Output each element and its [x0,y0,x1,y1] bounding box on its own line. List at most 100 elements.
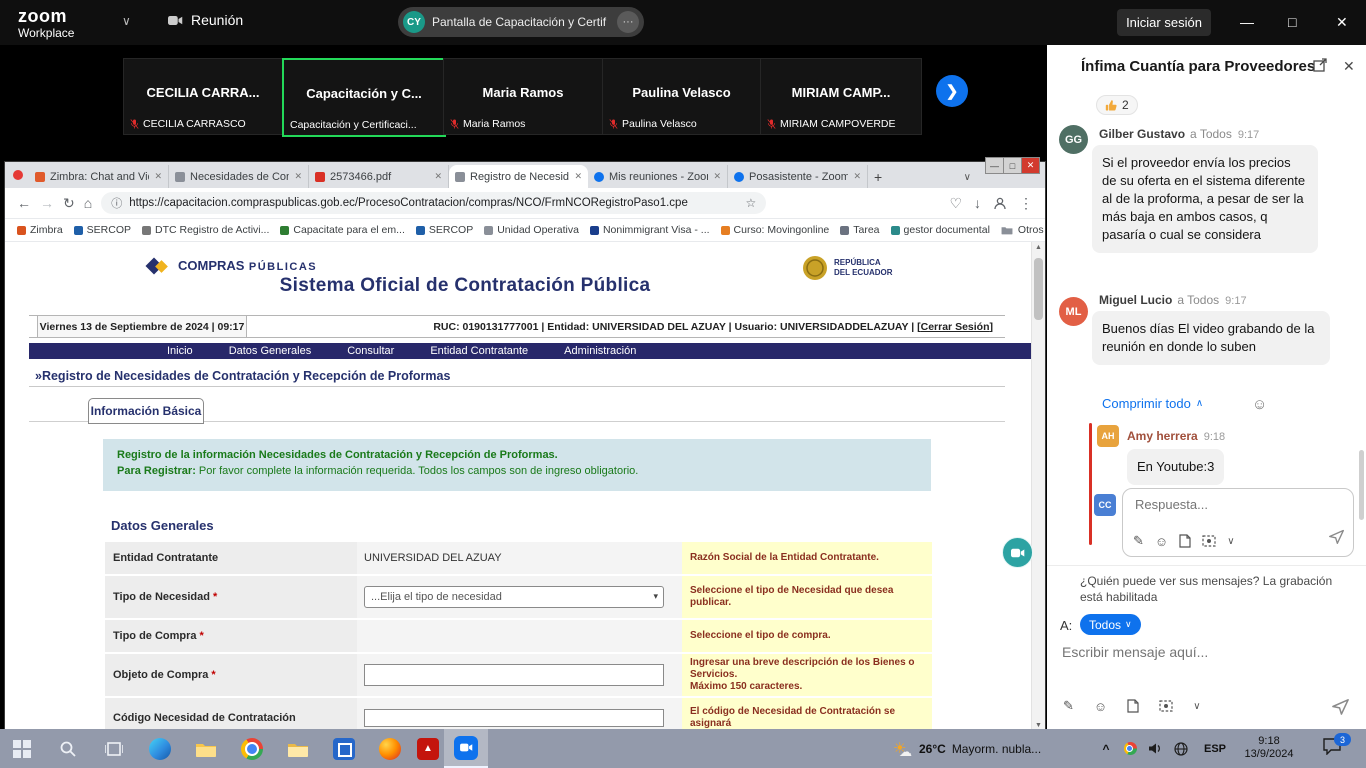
nav-item-entidad-contratante[interactable]: Entidad Contratante [430,345,528,357]
nav-item-administracion[interactable]: Administración [564,345,636,357]
screen-share-pill[interactable]: CY Pantalla de Capacitación y Certif ··· [398,7,644,37]
start-button[interactable] [0,729,44,768]
browser-tab[interactable]: 2573466.pdf ✕ [309,165,449,188]
forward-icon[interactable]: → [40,195,54,211]
format-text-icon[interactable]: ✎ [1133,533,1144,549]
reply-composer[interactable]: ✎ ☺ ∨ [1122,488,1354,557]
emoji-icon[interactable]: ☺ [1094,699,1107,714]
tray-chrome-icon[interactable] [1120,729,1140,768]
browser-tab[interactable]: Mis reuniones - Zoom ✕ [588,165,728,188]
file-explorer-app[interactable] [276,729,320,768]
close-tab-icon[interactable]: ✕ [574,171,582,182]
attach-file-icon[interactable] [1179,534,1191,548]
participant-tile[interactable]: Maria Ramos Maria Ramos [443,58,603,135]
camera-overlay-button[interactable] [1002,537,1033,568]
chat-scrollbar[interactable] [1359,450,1364,520]
blue-app[interactable] [322,729,366,768]
bookmark-item[interactable]: Curso: Movingonline [721,224,830,236]
participant-tile[interactable]: Paulina Velasco Paulina Velasco [602,58,761,135]
sign-in-button[interactable]: Iniciar sesión [1117,9,1211,36]
chevron-down-icon[interactable]: ∨ [1227,536,1234,547]
menu-kebab-icon[interactable]: ⋮ [1019,195,1033,212]
screenshot-icon[interactable] [1159,700,1173,712]
scrollbar-thumb[interactable] [1034,258,1043,320]
screenshot-icon[interactable] [1202,535,1216,547]
bookmark-item[interactable]: SERCOP [74,224,131,236]
collapse-thread-link[interactable]: Comprimir todo ∧ [1102,396,1203,411]
add-reaction-icon[interactable]: ☺ [1252,396,1267,413]
logout-link[interactable]: Cerrar Sesión [921,321,990,333]
tray-chevron-icon[interactable]: ^ [1096,729,1116,768]
url-text[interactable]: https://capacitacion.compraspublicas.gob… [129,197,738,209]
participant-tile[interactable]: CECILIA CARRA... CECILIA CARRASCO [123,58,283,135]
back-icon[interactable]: ← [17,195,31,211]
bookmark-item[interactable]: Zimbra [17,224,63,236]
search-button[interactable] [46,729,90,768]
other-bookmarks[interactable]: Otros marcadores [1001,224,1045,236]
close-tab-icon[interactable]: ✕ [154,171,162,182]
message-input[interactable] [1060,643,1354,661]
browser-tab[interactable]: Zimbra: Chat and Video ✕ [29,165,169,188]
page-scrollbar[interactable]: ▲ ▼ [1031,242,1045,731]
attach-file-icon[interactable] [1127,699,1139,713]
tab-search-icon[interactable]: ∨ [964,172,971,183]
close-tab-icon[interactable]: ✕ [713,171,721,182]
shared-minimize-icon[interactable]: — [985,157,1004,174]
bookmark-item[interactable]: Capacitate para el em... [280,224,404,236]
close-tab-icon[interactable]: ✕ [434,171,442,182]
bookmark-item[interactable]: Tarea [840,224,879,236]
language-indicator[interactable]: ESP [1200,729,1230,768]
nav-item-consultar[interactable]: Consultar [347,345,394,357]
volume-icon[interactable] [1144,729,1166,768]
objeto-de-compra-input[interactable] [364,664,664,686]
format-text-icon[interactable]: ✎ [1063,698,1074,714]
weather-widget[interactable]: ☀ ☁ 26°C Mayorm. nubla... [893,729,1041,768]
profile-icon[interactable] [993,196,1007,210]
clock[interactable]: 9:18 13/9/2024 [1238,735,1300,761]
reaction-badge[interactable]: 2 [1096,95,1138,115]
recipient-selector[interactable]: Todos ∨ [1080,614,1141,635]
folder-app[interactable] [184,729,228,768]
favorites-icon[interactable]: ♡ [949,195,962,212]
task-view-button[interactable] [92,729,136,768]
home-icon[interactable]: ⌂ [84,195,92,211]
browser-tab[interactable]: Necesidades de Contrat... ✕ [169,165,309,188]
reply-input[interactable] [1133,496,1337,513]
zoom-app-active[interactable] [444,729,488,768]
send-reply-icon[interactable] [1328,528,1345,550]
message-composer[interactable] [1060,643,1350,662]
network-icon[interactable] [1170,729,1192,768]
participant-tile-active-speaker[interactable]: Capacitación y C... Capacitación y Certi… [282,58,446,137]
bookmark-star-icon[interactable]: ☆ [745,196,756,210]
notification-center[interactable]: 3 [1322,737,1348,759]
next-participants-button[interactable]: ❯ [936,75,968,107]
reload-icon[interactable]: ↻ [63,195,75,212]
chevron-down-icon[interactable]: ∨ [122,14,131,28]
emoji-icon[interactable]: ☺ [1155,534,1168,549]
bookmark-item[interactable]: SERCOP [416,224,473,236]
bookmark-item[interactable]: Nonimmigrant Visa - ... [590,224,710,236]
downloads-icon[interactable]: ↓ [974,195,981,211]
chrome-app[interactable] [230,729,274,768]
bookmark-item[interactable]: gestor documental [891,224,990,236]
site-info-icon[interactable]: ⓘ [111,195,122,211]
close-tab-icon[interactable]: ✕ [853,171,861,182]
pop-out-icon[interactable] [1313,58,1327,77]
close-chat-icon[interactable]: ✕ [1343,58,1355,75]
edge-app[interactable] [138,729,182,768]
browser-tab-active[interactable]: Registro de Necesidade... ✕ [449,165,588,188]
send-message-icon[interactable] [1331,697,1350,721]
participant-tile[interactable]: MIRIAM CAMP... MIRIAM CAMPOVERDE [760,58,922,135]
tab-informacion-basica[interactable]: Información Básica [88,398,204,424]
nav-item-datos-generales[interactable]: Datos Generales [229,345,312,357]
tab-meeting[interactable]: Reunión [168,12,243,28]
minimize-icon[interactable]: — [1240,14,1254,30]
browser-tab[interactable]: Posasistente - Zoom ✕ [728,165,868,188]
url-box[interactable]: ⓘ https://capacitacion.compraspublicas.g… [101,192,766,214]
chevron-down-icon[interactable]: ∨ [1193,701,1200,712]
tipo-de-necesidad-select[interactable]: ...Elija el tipo de necesidad▾ [364,586,664,608]
bookmark-item[interactable]: Unidad Operativa [484,224,579,236]
shared-restore-icon[interactable]: □ [1003,157,1022,174]
close-icon[interactable]: ✕ [1336,14,1348,31]
maximize-icon[interactable]: □ [1288,14,1296,30]
